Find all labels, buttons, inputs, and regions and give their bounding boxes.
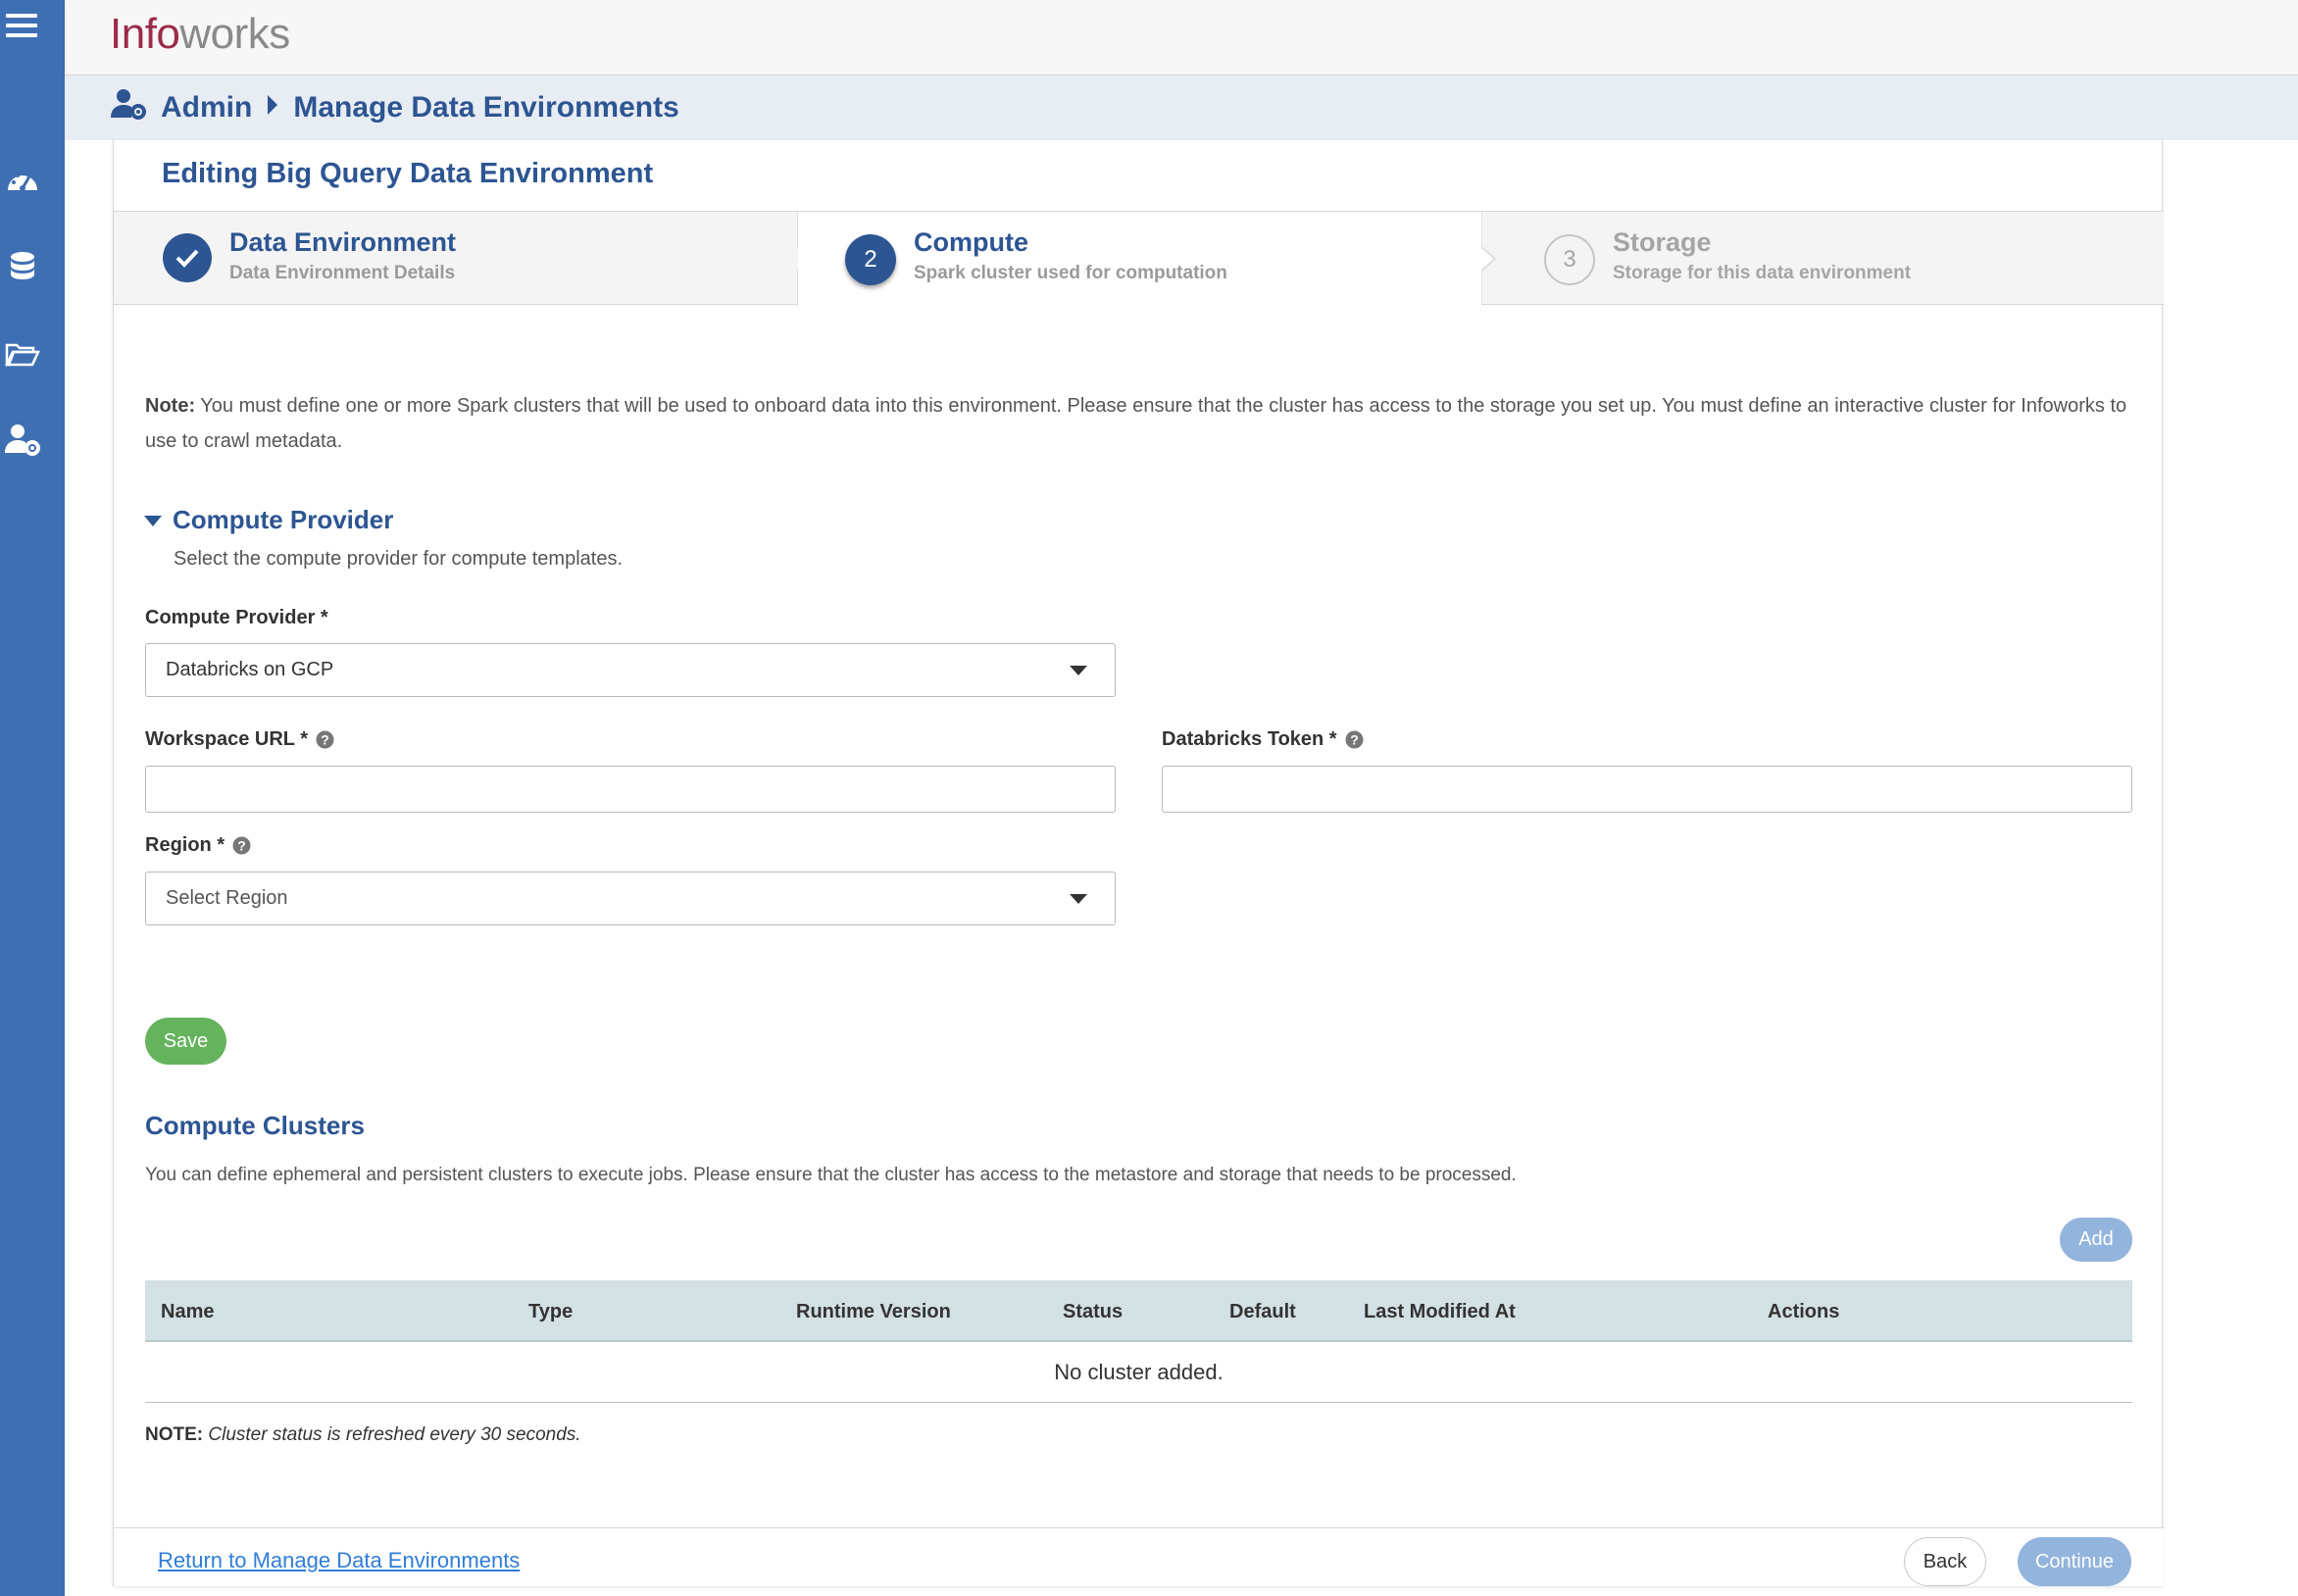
edit-data-environment-panel: Editing Big Query Data Environment Data … bbox=[113, 140, 2164, 1586]
save-button[interactable]: Save bbox=[145, 1018, 226, 1065]
svg-text:?: ? bbox=[321, 732, 329, 748]
wizard-footer: Return to Manage Data Environments Back … bbox=[114, 1527, 2164, 1586]
svg-text:?: ? bbox=[237, 838, 246, 854]
note-label: NOTE: bbox=[145, 1424, 204, 1445]
step-compute[interactable]: 2 Compute Spark cluster used for computa… bbox=[798, 212, 1482, 306]
dashboard-gauge-icon[interactable] bbox=[4, 163, 41, 200]
breadcrumb-manage-data-environments[interactable]: Manage Data Environments bbox=[293, 91, 678, 125]
step-number-badge: 3 bbox=[1544, 234, 1595, 285]
wizard-stepper: Data Environment Data Environment Detail… bbox=[114, 211, 2164, 306]
add-cluster-button[interactable]: Add bbox=[2060, 1218, 2132, 1262]
database-icon[interactable] bbox=[4, 249, 41, 286]
column-header-actions: Actions bbox=[1768, 1301, 1840, 1322]
user-settings-icon[interactable] bbox=[4, 422, 41, 459]
hamburger-menu-icon[interactable] bbox=[6, 14, 37, 45]
page-title: Editing Big Query Data Environment bbox=[162, 158, 654, 189]
region-label: Region * ? bbox=[145, 834, 251, 857]
breadcrumb-admin[interactable]: Admin bbox=[161, 91, 252, 125]
return-to-manage-link[interactable]: Return to Manage Data Environments bbox=[158, 1548, 520, 1573]
chevron-down-icon bbox=[1070, 666, 1087, 675]
help-icon[interactable]: ? bbox=[1345, 730, 1364, 749]
column-header-name[interactable]: Name bbox=[161, 1301, 214, 1323]
step-subtitle: Spark cluster used for computation bbox=[914, 263, 1227, 283]
compute-clusters-subtitle: You can define ephemeral and persistent … bbox=[145, 1165, 1517, 1185]
step-subtitle: Storage for this data environment bbox=[1613, 263, 1912, 283]
column-header-last-modified[interactable]: Last Modified At bbox=[1364, 1301, 1516, 1323]
column-header-status[interactable]: Status bbox=[1063, 1301, 1123, 1323]
folder-open-icon[interactable] bbox=[4, 335, 41, 373]
region-select[interactable]: Select Region bbox=[145, 872, 1116, 925]
select-value: Databricks on GCP bbox=[166, 659, 334, 680]
step-data-environment[interactable]: Data Environment Data Environment Detail… bbox=[114, 212, 797, 306]
help-icon[interactable]: ? bbox=[232, 836, 251, 855]
note-label: Note: bbox=[145, 395, 196, 417]
compute-provider-section-toggle[interactable]: Compute Provider bbox=[143, 505, 393, 535]
step-storage[interactable]: 3 Storage Storage for this data environm… bbox=[1499, 212, 2164, 306]
sidebar bbox=[0, 0, 65, 1596]
compute-provider-select[interactable]: Databricks on GCP bbox=[145, 643, 1116, 697]
label-text: Region * bbox=[145, 834, 225, 856]
check-icon bbox=[163, 233, 212, 282]
step-title: Data Environment bbox=[229, 227, 457, 257]
compute-provider-label: Compute Provider * bbox=[145, 607, 328, 629]
breadcrumb: Admin Manage Data Environments bbox=[110, 85, 679, 130]
back-button[interactable]: Back bbox=[1904, 1537, 1986, 1586]
clusters-empty-state: No cluster added. bbox=[145, 1342, 2132, 1403]
caret-down-icon bbox=[143, 505, 163, 535]
label-text: Databricks Token * bbox=[1162, 728, 1337, 750]
note-paragraph: Note: You must define one or more Spark … bbox=[145, 388, 2145, 459]
databricks-token-input[interactable] bbox=[1162, 766, 2132, 813]
column-header-default[interactable]: Default bbox=[1229, 1301, 1296, 1323]
workspace-url-label: Workspace URL * ? bbox=[145, 728, 334, 751]
clusters-table-header: Name Type Runtime Version Status Default… bbox=[145, 1280, 2132, 1342]
column-header-runtime-version[interactable]: Runtime Version bbox=[796, 1301, 951, 1323]
breadcrumb-bar: Admin Manage Data Environments bbox=[65, 75, 2298, 140]
label-text: Workspace URL * bbox=[145, 728, 308, 750]
help-icon[interactable]: ? bbox=[316, 730, 334, 749]
databricks-token-label: Databricks Token * ? bbox=[1162, 728, 1364, 751]
top-bar: Infoworks bbox=[65, 0, 2298, 75]
admin-user-settings-icon bbox=[110, 87, 147, 128]
workspace-url-input[interactable] bbox=[145, 766, 1116, 813]
note-text: Cluster status is refreshed every 30 sec… bbox=[208, 1424, 581, 1445]
select-placeholder: Select Region bbox=[166, 887, 288, 909]
chevron-down-icon bbox=[1070, 894, 1087, 904]
breadcrumb-separator-icon bbox=[266, 91, 279, 125]
continue-button[interactable]: Continue bbox=[2018, 1537, 2131, 1586]
step-number-badge: 2 bbox=[845, 234, 896, 285]
section-subtitle: Select the compute provider for compute … bbox=[174, 548, 624, 570]
step-title: Storage bbox=[1613, 227, 1712, 257]
note-text: You must define one or more Spark cluste… bbox=[145, 395, 2127, 452]
compute-clusters-title: Compute Clusters bbox=[145, 1111, 365, 1140]
label-text: Compute Provider * bbox=[145, 607, 328, 628]
svg-text:?: ? bbox=[1350, 732, 1359, 748]
cluster-status-note: NOTE: Cluster status is refreshed every … bbox=[145, 1424, 581, 1446]
step-subtitle: Data Environment Details bbox=[229, 263, 456, 283]
column-header-type[interactable]: Type bbox=[528, 1301, 573, 1323]
step-chevron-divider bbox=[1481, 212, 1497, 306]
section-title: Compute Provider bbox=[173, 505, 394, 534]
infoworks-logo[interactable]: Infoworks bbox=[110, 10, 290, 59]
step-title: Compute bbox=[914, 227, 1028, 257]
